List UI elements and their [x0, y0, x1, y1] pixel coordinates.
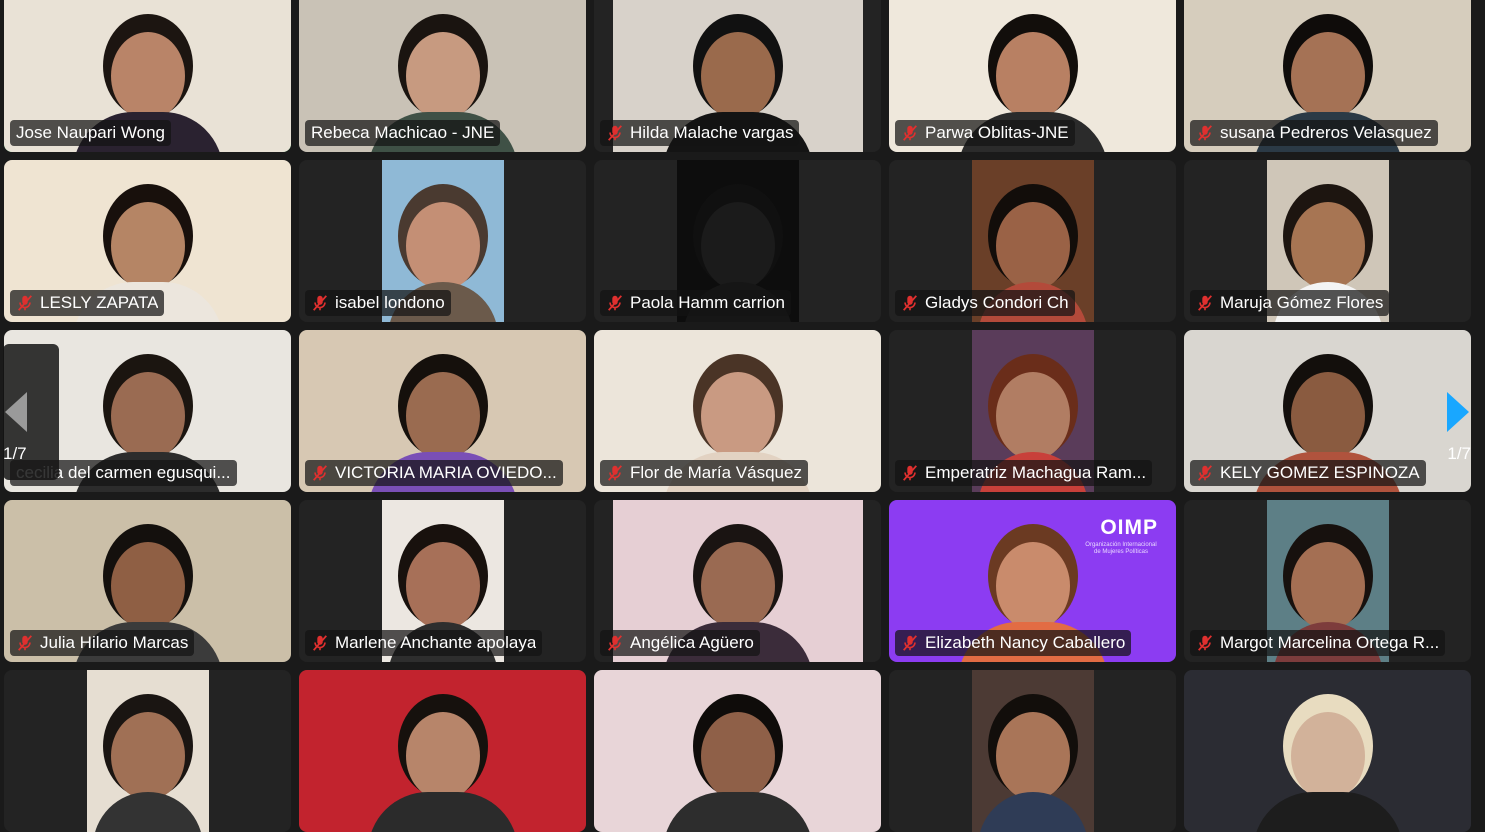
microphone-muted-icon [18, 295, 32, 311]
participant-name-tag: Jose Naupari Wong [10, 120, 171, 146]
oimp-logo: OIMP [1100, 516, 1158, 539]
microphone-muted-icon [608, 125, 622, 141]
participant-video [594, 670, 881, 832]
participant-name: Maruja Gómez Flores [1220, 293, 1384, 312]
participant-silhouette [662, 712, 813, 832]
participant-name: Gladys Condori Ch [925, 293, 1069, 312]
participant-name-tag: Hilda Malache vargas [600, 120, 800, 146]
participant-tile[interactable] [594, 670, 881, 832]
participant-name-tag: Paola Hamm carrion [600, 290, 791, 316]
participant-video [1184, 670, 1471, 832]
microphone-muted-icon [608, 295, 622, 311]
participant-name: susana Pedreros Velasquez [1220, 123, 1432, 142]
previous-page-button[interactable]: 1/7 [3, 344, 59, 480]
participant-name: Jose Naupari Wong [16, 123, 165, 142]
participant-tile[interactable]: VICTORIA MARIA OVIEDO... [299, 330, 586, 492]
participant-tile[interactable] [1184, 670, 1471, 832]
participant-tile[interactable] [4, 670, 291, 832]
participant-name-tag: KELY GOMEZ ESPINOZA [1190, 460, 1426, 486]
participant-name: isabel londono [335, 293, 445, 312]
participant-tile[interactable]: Emperatriz Machagua Ram... [889, 330, 1176, 492]
participant-name-tag: Emperatriz Machagua Ram... [895, 460, 1153, 486]
microphone-muted-icon [313, 465, 327, 481]
participant-video [971, 670, 1094, 832]
participant-name-tag: Parwa Oblitas-JNE [895, 120, 1075, 146]
chevron-right-icon [1447, 392, 1469, 432]
chevron-left-icon [5, 392, 27, 432]
participant-name-tag: isabel londono [305, 290, 451, 316]
participant-silhouette [1252, 712, 1403, 832]
microphone-muted-icon [313, 635, 327, 651]
participant-name: Marlene Anchante apolaya [335, 633, 537, 652]
participant-tile[interactable]: Julia Hilario Marcas [4, 500, 291, 662]
participant-name-tag: susana Pedreros Velasquez [1190, 120, 1438, 146]
participant-tile[interactable]: susana Pedreros Velasquez [1184, 0, 1471, 152]
participant-name: Rebeca Machicao - JNE [311, 123, 495, 142]
participant-name: KELY GOMEZ ESPINOZA [1220, 463, 1420, 482]
microphone-muted-icon [608, 465, 622, 481]
microphone-muted-icon [608, 635, 622, 651]
participant-name-tag: Gladys Condori Ch [895, 290, 1075, 316]
participant-name: LESLY ZAPATA [40, 293, 159, 312]
participant-name: VICTORIA MARIA OVIEDO... [335, 463, 557, 482]
participant-name: Elizabeth Nancy Caballero [925, 633, 1126, 652]
microphone-muted-icon [18, 635, 32, 651]
participant-name: Angélica Agüero [630, 633, 754, 652]
microphone-muted-icon [1198, 465, 1212, 481]
participant-name: Julia Hilario Marcas [40, 633, 189, 652]
participant-name: Parwa Oblitas-JNE [925, 123, 1069, 142]
participant-tile[interactable] [299, 670, 586, 832]
participant-silhouette [92, 712, 203, 832]
participant-tile[interactable]: Rebeca Machicao - JNE [299, 0, 586, 152]
participant-name-tag: VICTORIA MARIA OVIEDO... [305, 460, 563, 486]
oimp-subtitle: Organización Internacional de Mujeres Po… [1085, 542, 1157, 555]
participant-name-tag: Elizabeth Nancy Caballero [895, 630, 1132, 656]
participant-tile[interactable]: isabel londono [299, 160, 586, 322]
participant-tile[interactable]: Margot Marcelina Ortega R... [1184, 500, 1471, 662]
participant-tile[interactable] [889, 670, 1176, 832]
microphone-muted-icon [903, 635, 917, 651]
participant-tile[interactable]: Flor de María Vásquez [594, 330, 881, 492]
page-indicator-left: 1/7 [3, 444, 27, 463]
microphone-muted-icon [1198, 125, 1212, 141]
participant-tile[interactable]: Maruja Gómez Flores [1184, 160, 1471, 322]
microphone-muted-icon [1198, 635, 1212, 651]
participant-tile[interactable]: Paola Hamm carrion [594, 160, 881, 322]
participant-name-tag: Angélica Agüero [600, 630, 760, 656]
participant-name-tag: Margot Marcelina Ortega R... [1190, 630, 1446, 656]
gallery-grid: Jose Naupari Wong Rebeca Machicao - JNE Hi… [4, 0, 1474, 832]
participant-name: Margot Marcelina Ortega R... [1220, 633, 1440, 652]
participant-name-tag: Rebeca Machicao - JNE [305, 120, 501, 146]
participant-name-tag: Marlene Anchante apolaya [305, 630, 543, 656]
microphone-muted-icon [903, 465, 917, 481]
participant-name-tag: Flor de María Vásquez [600, 460, 808, 486]
participant-tile[interactable]: Angélica Agüero [594, 500, 881, 662]
participant-tile[interactable]: LESLY ZAPATA [4, 160, 291, 322]
participant-silhouette [977, 712, 1088, 832]
participant-tile[interactable]: Parwa Oblitas-JNE [889, 0, 1176, 152]
participant-name: Hilda Malache vargas [630, 123, 794, 142]
participant-name-tag: Maruja Gómez Flores [1190, 290, 1390, 316]
participant-name-tag: Julia Hilario Marcas [10, 630, 195, 656]
participant-name: Paola Hamm carrion [630, 293, 785, 312]
participant-name: Emperatriz Machagua Ram... [925, 463, 1147, 482]
microphone-muted-icon [313, 295, 327, 311]
participant-video [86, 670, 209, 832]
participant-silhouette [367, 712, 518, 832]
microphone-muted-icon [1198, 295, 1212, 311]
participant-tile[interactable]: OIMP Organización Internacional de Mujere… [889, 500, 1176, 662]
participant-tile[interactable]: Jose Naupari Wong [4, 0, 291, 152]
microphone-muted-icon [903, 125, 917, 141]
participant-tile[interactable]: Marlene Anchante apolaya [299, 500, 586, 662]
participant-tile[interactable]: Gladys Condori Ch [889, 160, 1176, 322]
next-page-button[interactable]: 1/7 [1421, 344, 1477, 480]
page-indicator-right: 1/7 [1447, 444, 1471, 463]
microphone-muted-icon [903, 295, 917, 311]
participant-video [299, 670, 586, 832]
participant-name: Flor de María Vásquez [630, 463, 802, 482]
participant-name-tag: LESLY ZAPATA [10, 290, 165, 316]
participant-tile[interactable]: Hilda Malache vargas [594, 0, 881, 152]
